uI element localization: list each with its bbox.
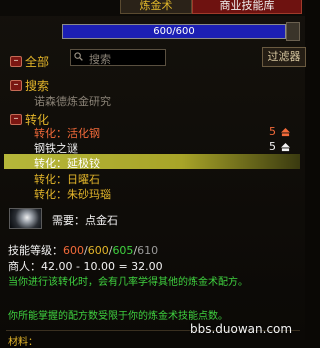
craft-count: 5 bbox=[269, 140, 276, 153]
reagent-icon[interactable] bbox=[9, 208, 42, 229]
filter-button[interactable]: 过滤器 bbox=[262, 47, 306, 67]
progress-text: 600/600 bbox=[153, 26, 195, 37]
skillup-icon bbox=[281, 128, 290, 137]
skill-level-yellow: 600 bbox=[87, 244, 109, 257]
recipe-row[interactable]: 转化：日曜石 bbox=[0, 171, 305, 186]
recipe-name: 转化：延极铰 bbox=[34, 157, 100, 170]
recipe-row[interactable]: 钢铁之谜 5 bbox=[0, 140, 305, 155]
skill-progress-bar: 600/600 bbox=[62, 24, 286, 39]
recipe-row[interactable]: 转化：活化钢 5 bbox=[0, 125, 305, 140]
skillup-icon bbox=[281, 143, 290, 152]
merchant-line: 商人：42.00 - 10.00 = 32.00 bbox=[8, 260, 163, 273]
reagents-label: 材料： bbox=[8, 337, 38, 348]
recipe-row-selected[interactable]: 转化：延极铰 bbox=[0, 155, 305, 170]
recipe-row[interactable]: 转化：朱砂玛瑙 bbox=[0, 186, 305, 201]
collapse-transmute-button[interactable]: – bbox=[10, 114, 22, 125]
collapse-all-button[interactable]: – bbox=[10, 56, 22, 67]
tradeskill-window: 炼金术 商业技能库 600/600 – 全部 搜索 过滤器 – 搜索 诺森德炼金… bbox=[0, 0, 306, 348]
all-label[interactable]: 全部 bbox=[25, 53, 49, 70]
skill-level-line: 技能等级：600/600/605/610 bbox=[8, 244, 159, 257]
bottom-line: 你所能掌握的配方数受限于你的炼金术技能点数。 bbox=[8, 311, 228, 322]
skill-level-label: 技能等级： bbox=[8, 244, 63, 257]
trainer-line: 诺森德炼金研究 bbox=[34, 95, 111, 108]
tab-alchemy[interactable]: 炼金术 bbox=[120, 0, 192, 14]
search-input[interactable]: 搜索 bbox=[70, 49, 166, 66]
search-header[interactable]: 搜索 bbox=[25, 77, 49, 94]
progress-endcap bbox=[286, 22, 300, 41]
watermark: bbs.duowan.com bbox=[190, 322, 293, 336]
search-icon bbox=[74, 52, 83, 61]
requires-value: 点金石 bbox=[85, 214, 118, 227]
recipe-name: 转化：朱砂玛瑙 bbox=[34, 188, 111, 201]
recipe-name: 转化：活化钢 bbox=[34, 127, 100, 140]
skill-level-gray: 610 bbox=[137, 244, 159, 257]
craft-count: 5 bbox=[269, 125, 276, 138]
collapse-search-button[interactable]: – bbox=[10, 80, 22, 91]
requires-line: 需要：点金石 bbox=[52, 212, 118, 228]
skill-level-orange: 600 bbox=[63, 244, 84, 257]
tab-skill-library[interactable]: 商业技能库 bbox=[192, 0, 302, 14]
recipe-name: 钢铁之谜 bbox=[34, 142, 78, 155]
recipe-name: 转化：日曜石 bbox=[34, 173, 100, 186]
tab-bar: 炼金术 商业技能库 bbox=[0, 0, 305, 16]
search-placeholder: 搜索 bbox=[89, 53, 111, 66]
requires-prefix: 需要： bbox=[52, 214, 85, 227]
note-line: 当你进行该转化时，会有几率学得其他的炼金术配方。 bbox=[8, 277, 248, 288]
skill-level-green: 605 bbox=[112, 244, 134, 257]
